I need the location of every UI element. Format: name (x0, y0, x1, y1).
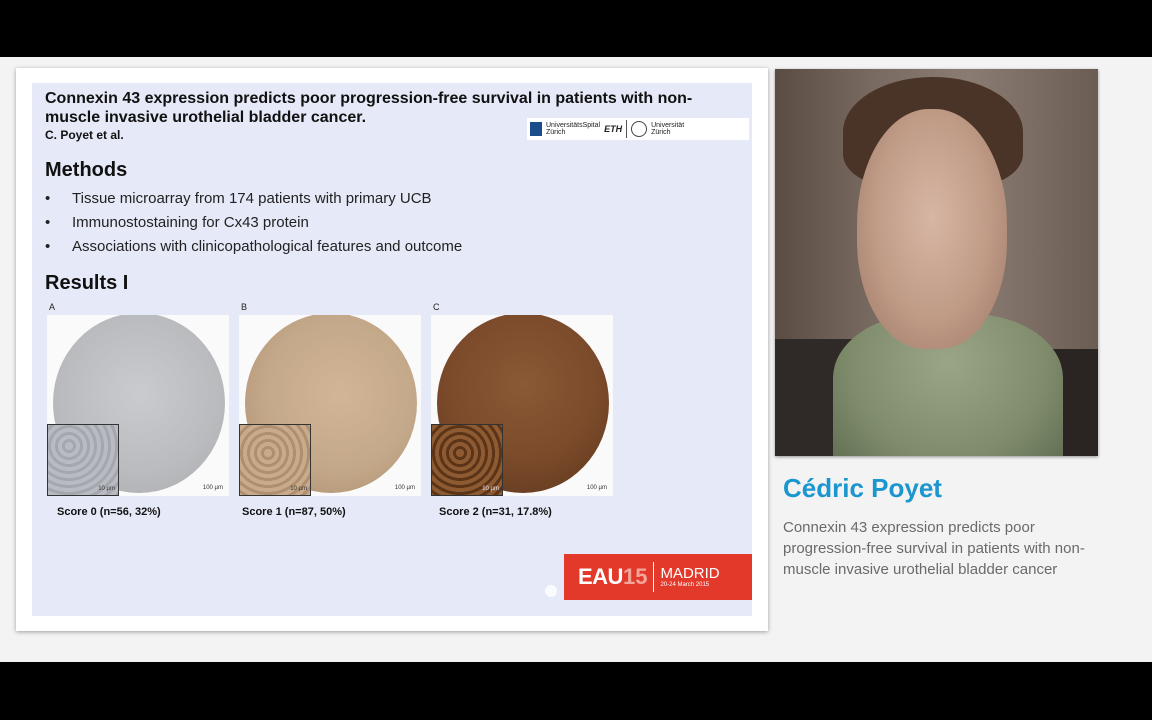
ihc-panel-a: A 10 µm 100 µm (47, 301, 229, 496)
scale-bar-label: 100 µm (586, 485, 607, 491)
eth-logo: ETH (604, 123, 623, 134)
scale-bar-label: 100 µm (202, 485, 223, 491)
inset-scale-label: 10 µm (98, 486, 115, 492)
methods-item: Associations with clinicopathological fe… (45, 235, 462, 259)
panel-letter: A (49, 302, 56, 312)
logo-divider (626, 120, 628, 138)
magnified-inset: 10 µm (431, 424, 503, 496)
ihc-panel-b: B 10 µm 100 µm (239, 301, 421, 496)
eau-banner: EAU 15 MADRID 20-24 March 2015 (564, 554, 752, 600)
eau-year: 15 (622, 564, 648, 589)
speaker-photo (775, 69, 1098, 456)
methods-item: Tissue microarray from 174 patients with… (45, 187, 462, 211)
panel-caption-b: Score 1 (n=87, 50%) (242, 506, 346, 518)
ihc-panel-c: C 10 µm 100 µm (431, 301, 613, 496)
panel-letter: C (433, 302, 440, 312)
tissue-core-image: 10 µm 100 µm (239, 315, 421, 496)
slide-authors: C. Poyet et al. (45, 128, 124, 142)
photo-face (857, 109, 1007, 349)
panel-caption-c: Score 2 (n=31, 17.8%) (439, 506, 552, 518)
eau-location: MADRID 20-24 March 2015 (660, 566, 719, 589)
methods-heading: Methods (45, 159, 128, 181)
inset-scale-label: 10 µm (482, 486, 499, 492)
presentation-slide: Connexin 43 expression predicts poor pro… (32, 83, 752, 616)
usz-logo-icon (530, 122, 542, 136)
inset-scale-label: 10 µm (290, 486, 307, 492)
uzh-logo-text: Universität Zürich (651, 122, 685, 136)
tissue-core-image: 10 µm 100 µm (47, 315, 229, 496)
usz-logo-text: UniversitätsSpital Zürich (546, 122, 601, 136)
institution-logos: UniversitätsSpital Zürich ETH Universitä… (527, 118, 749, 140)
eau-logo-text: EAU (578, 564, 623, 589)
copyright-icon (545, 585, 557, 597)
eau-divider (653, 562, 655, 592)
eau-dates: 20-24 March 2015 (660, 581, 710, 588)
methods-item: Immunostostaining for Cx43 protein (45, 211, 462, 235)
eau-city: MADRID (660, 564, 720, 582)
results-heading: Results I (45, 272, 129, 294)
tissue-core-image: 10 µm 100 µm (431, 315, 613, 496)
slide-frame: Connexin 43 expression predicts poor pro… (16, 68, 768, 631)
uzh-seal-icon (631, 121, 648, 137)
magnified-inset: 10 µm (239, 424, 311, 496)
panel-caption-a: Score 0 (n=56, 32%) (57, 506, 161, 518)
methods-list: Tissue microarray from 174 patients with… (45, 187, 462, 259)
scale-bar-label: 100 µm (394, 485, 415, 491)
talk-title: Connexin 43 expression predicts poor pro… (783, 519, 1085, 578)
panel-letter: B (241, 302, 248, 312)
magnified-inset: 10 µm (47, 424, 119, 496)
speaker-name: Cédric Poyet (783, 473, 942, 503)
